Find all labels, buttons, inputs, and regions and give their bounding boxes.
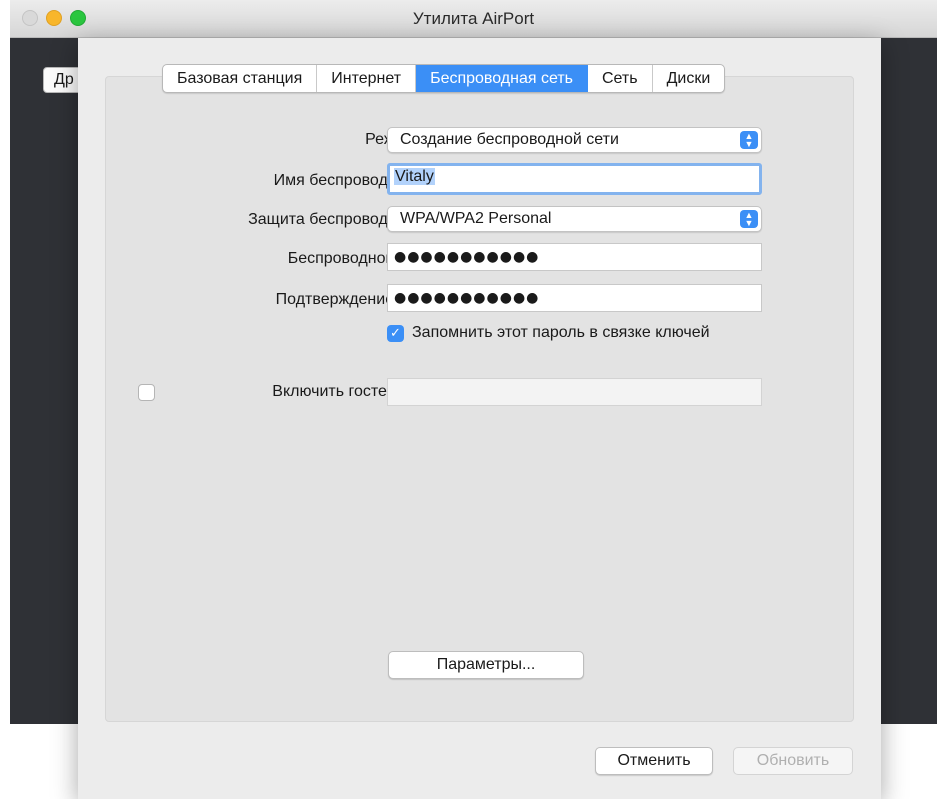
chevron-updown-icon: ▲ ▼ — [740, 131, 758, 149]
tab-internet[interactable]: Интернет — [317, 65, 417, 92]
update-button[interactable]: Обновить — [733, 747, 853, 775]
security-popup[interactable]: WPA/WPA2 Personal ▲ ▼ — [387, 206, 762, 232]
settings-sheet: Базовая станция Интернет Беспроводная се… — [78, 38, 881, 799]
chevron-updown-icon: ▲ ▼ — [740, 210, 758, 228]
password-field[interactable]: ●●●●●●●●●●● — [387, 243, 762, 271]
tab-disks[interactable]: Диски — [653, 65, 725, 92]
confirm-password-value: ●●●●●●●●●●● — [394, 290, 540, 306]
network-name-input[interactable]: Vitaly — [387, 163, 762, 195]
tab-network[interactable]: Сеть — [588, 65, 653, 92]
window-title: Утилита AirPort — [412, 9, 535, 28]
password-value: ●●●●●●●●●●● — [394, 249, 540, 265]
tab-bar: Базовая станция Интернет Беспроводная се… — [162, 64, 726, 93]
guest-network-input[interactable] — [387, 378, 762, 406]
security-value: WPA/WPA2 Personal — [400, 210, 552, 227]
behind-sheet-button[interactable]: Др — [43, 67, 83, 93]
window-titlebar: Утилита AirPort — [10, 0, 937, 38]
tab-wireless[interactable]: Беспроводная сеть — [416, 65, 588, 92]
options-button[interactable]: Параметры... — [388, 651, 584, 679]
cancel-button[interactable]: Отменить — [595, 747, 713, 775]
confirm-password-field[interactable]: ●●●●●●●●●●● — [387, 284, 762, 312]
remember-keychain-checkbox[interactable]: ✓ — [387, 325, 404, 342]
network-mode-popup[interactable]: Создание беспроводной сети ▲ ▼ — [387, 127, 762, 153]
guest-network-checkbox[interactable] — [138, 384, 155, 401]
tab-base-station[interactable]: Базовая станция — [163, 65, 318, 92]
remember-keychain-label: Запомнить этот пароль в связке ключей — [412, 324, 710, 341]
network-name-value: Vitaly — [394, 168, 435, 185]
network-mode-value: Создание беспроводной сети — [400, 131, 619, 148]
